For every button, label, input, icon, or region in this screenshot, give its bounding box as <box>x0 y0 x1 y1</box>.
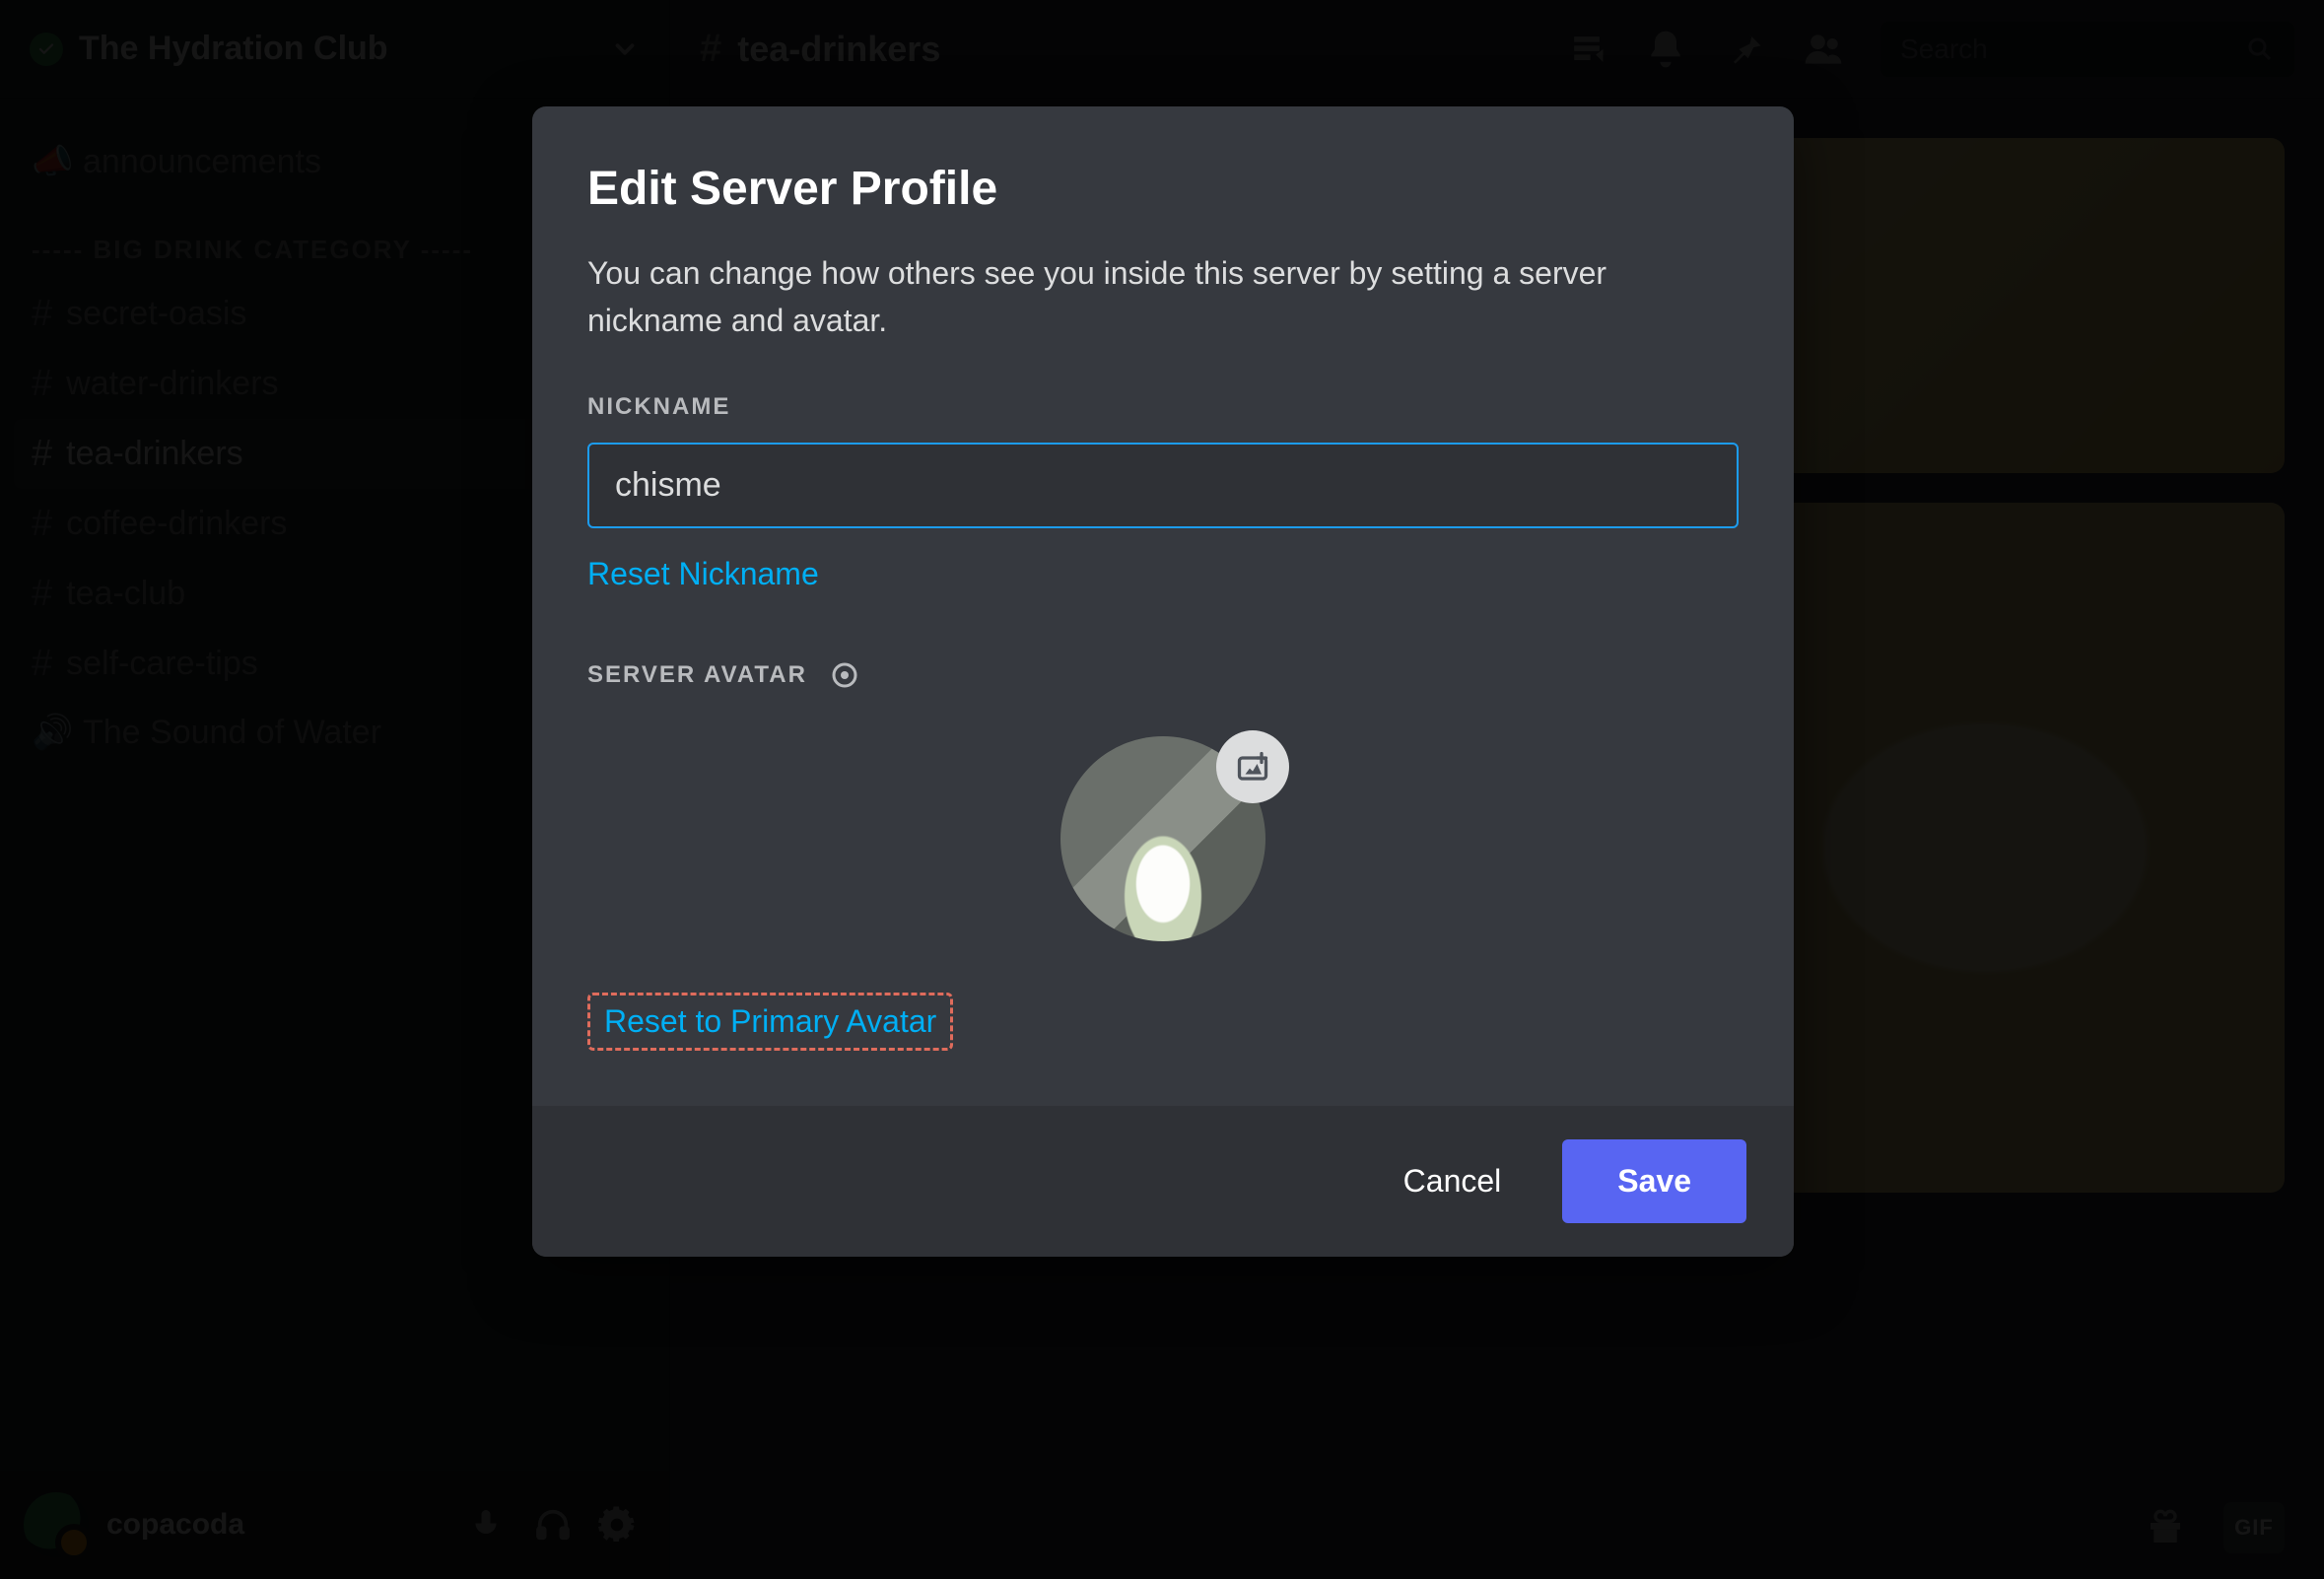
server-avatar-label-text: Server Avatar <box>587 661 807 689</box>
cancel-button[interactable]: Cancel <box>1380 1147 1526 1215</box>
reset-nickname-link[interactable]: Reset Nickname <box>587 556 819 592</box>
modal-title: Edit Server Profile <box>587 162 1739 216</box>
reset-avatar-link[interactable]: Reset to Primary Avatar <box>587 993 953 1051</box>
nickname-input[interactable] <box>587 443 1739 528</box>
save-button[interactable]: Save <box>1562 1139 1746 1223</box>
nitro-icon <box>821 661 860 689</box>
nickname-label: Nickname <box>587 393 1739 421</box>
modal-footer: Cancel Save <box>532 1106 1794 1257</box>
modal-description: You can change how others see you inside… <box>587 249 1691 344</box>
edit-server-profile-modal: Edit Server Profile You can change how o… <box>532 106 1794 1257</box>
server-avatar-label: Server Avatar <box>587 661 1739 689</box>
upload-avatar-button[interactable] <box>1216 730 1289 803</box>
